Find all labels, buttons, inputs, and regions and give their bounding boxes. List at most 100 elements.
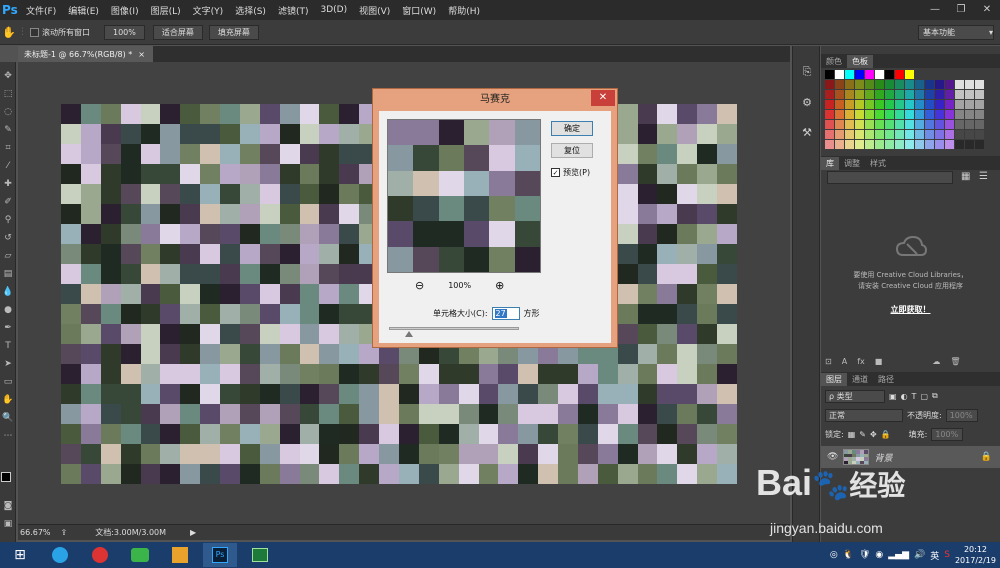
music-app-icon[interactable]	[83, 543, 117, 567]
color-swatch[interactable]	[935, 120, 944, 129]
color-swatch[interactable]	[825, 110, 834, 119]
color-swatch[interactable]	[825, 140, 834, 149]
history-brush-icon[interactable]: ↺	[2, 232, 14, 244]
brush-tool-icon[interactable]: ✐	[2, 196, 14, 208]
dialog-close-button[interactable]: ✕	[591, 90, 615, 106]
color-swatch[interactable]	[955, 140, 964, 149]
color-swatch[interactable]	[895, 90, 904, 99]
tray-volume-icon[interactable]: 🔊	[914, 550, 925, 560]
color-swatch[interactable]	[935, 80, 944, 89]
color-swatch[interactable]	[905, 90, 914, 99]
color-swatch[interactable]	[835, 100, 844, 109]
tool-presets-icon[interactable]: ⚒	[799, 124, 815, 140]
color-swatch[interactable]	[895, 140, 904, 149]
reset-button[interactable]: 复位	[551, 143, 593, 158]
iqiyi-app-icon[interactable]	[123, 543, 157, 567]
tray-sogou-icon[interactable]: S	[944, 550, 950, 560]
color-swatch[interactable]	[905, 140, 914, 149]
color-swatch[interactable]	[845, 100, 854, 109]
path-select-icon[interactable]: ➤	[2, 358, 14, 370]
status-zoom[interactable]: 66.67%	[20, 528, 51, 537]
color-swatch[interactable]	[835, 140, 844, 149]
tab-paths[interactable]: 路径	[873, 373, 899, 386]
color-swatch[interactable]	[975, 130, 984, 139]
healing-tool-icon[interactable]: ✚	[2, 178, 14, 190]
restore-button[interactable]: ❐	[948, 0, 974, 18]
share-icon[interactable]: ⇪	[61, 528, 68, 537]
color-swatch[interactable]	[965, 140, 974, 149]
menu-help[interactable]: 帮助(H)	[442, 4, 486, 17]
grid-view-icon[interactable]: ▦	[961, 171, 970, 182]
color-swatch[interactable]	[845, 70, 854, 79]
color-swatch[interactable]	[825, 90, 834, 99]
stamp-tool-icon[interactable]: ⚲	[2, 214, 14, 226]
swatches-grid[interactable]	[825, 70, 985, 149]
add-layer-style-icon[interactable]: fx	[857, 357, 865, 366]
marquee-tool-icon[interactable]: ⬚	[2, 88, 14, 100]
color-swatch[interactable]	[945, 110, 954, 119]
tray-shield-icon[interactable]: 🛡	[859, 550, 870, 560]
color-swatch[interactable]	[905, 130, 914, 139]
cell-size-input[interactable]: 27	[491, 307, 520, 320]
menu-image[interactable]: 图像(I)	[105, 4, 145, 17]
color-swatch[interactable]	[835, 110, 844, 119]
type-tool-icon[interactable]: T	[2, 340, 14, 352]
delete-icon[interactable]: 🗑	[950, 357, 960, 366]
shape-tool-icon[interactable]: ▭	[2, 376, 14, 388]
color-swatch[interactable]	[945, 130, 954, 139]
color-swatch[interactable]	[885, 140, 894, 149]
color-swatch[interactable]	[975, 80, 984, 89]
color-swatch[interactable]	[895, 110, 904, 119]
add-character-style-icon[interactable]: A	[842, 357, 847, 366]
library-select[interactable]	[827, 171, 953, 184]
color-swatch[interactable]	[865, 110, 874, 119]
color-swatch[interactable]	[955, 130, 964, 139]
color-swatch[interactable]	[925, 110, 934, 119]
color-swatch[interactable]	[865, 120, 874, 129]
color-swatch[interactable]	[945, 90, 954, 99]
color-swatch[interactable]	[845, 130, 854, 139]
opacity-input[interactable]: 100%	[945, 408, 978, 422]
color-swatch[interactable]	[905, 100, 914, 109]
color-swatch[interactable]	[925, 80, 934, 89]
color-swatch[interactable]	[885, 120, 894, 129]
color-swatch[interactable]	[955, 90, 964, 99]
zoom-in-icon[interactable]: ⊕	[495, 279, 504, 292]
color-swatch[interactable]	[865, 80, 874, 89]
lock-paint-icon[interactable]: ✎	[859, 430, 866, 439]
color-swatch[interactable]	[915, 140, 924, 149]
color-swatch[interactable]	[905, 110, 914, 119]
color-swatch[interactable]	[885, 80, 894, 89]
close-window-button[interactable]: ✕	[974, 0, 1000, 18]
menu-select[interactable]: 选择(S)	[229, 4, 272, 17]
color-swatch[interactable]	[915, 120, 924, 129]
visibility-eye-icon[interactable]: 👁	[827, 452, 838, 462]
creative-cloud-sync-icon[interactable]: ☁	[932, 357, 940, 366]
color-swatch[interactable]	[855, 90, 864, 99]
tray-browser-icon[interactable]: ◎	[830, 550, 838, 560]
color-swatch[interactable]	[865, 90, 874, 99]
color-swatch[interactable]	[835, 120, 844, 129]
color-swatch[interactable]	[855, 110, 864, 119]
filter-smart-icon[interactable]: ⧉	[932, 391, 938, 401]
lock-position-icon[interactable]: ✥	[870, 430, 877, 439]
color-swatch[interactable]	[925, 70, 934, 79]
tab-styles[interactable]: 样式	[865, 157, 891, 170]
color-swatch[interactable]	[945, 120, 954, 129]
menu-edit[interactable]: 编辑(E)	[62, 4, 105, 17]
color-swatch[interactable]	[925, 140, 934, 149]
preview-checkbox[interactable]: ✓ 预览(P)	[551, 167, 590, 178]
color-swatch[interactable]	[945, 80, 954, 89]
color-swatch[interactable]	[855, 80, 864, 89]
color-swatch[interactable]	[905, 70, 914, 79]
color-swatch[interactable]	[955, 110, 964, 119]
color-swatch[interactable]	[845, 90, 854, 99]
color-swatch[interactable]	[875, 100, 884, 109]
document-tab[interactable]: 未标题-1 @ 66.7%(RGB/8) * ×	[18, 46, 153, 62]
fill-screen-button[interactable]: 填充屏幕	[208, 24, 259, 40]
slider-thumb[interactable]	[405, 331, 413, 337]
ok-button[interactable]: 确定	[551, 121, 593, 136]
hand-tool-icon[interactable]: ✋	[0, 26, 18, 39]
color-swatch[interactable]	[965, 70, 974, 79]
fill-input[interactable]: 100%	[931, 427, 964, 441]
